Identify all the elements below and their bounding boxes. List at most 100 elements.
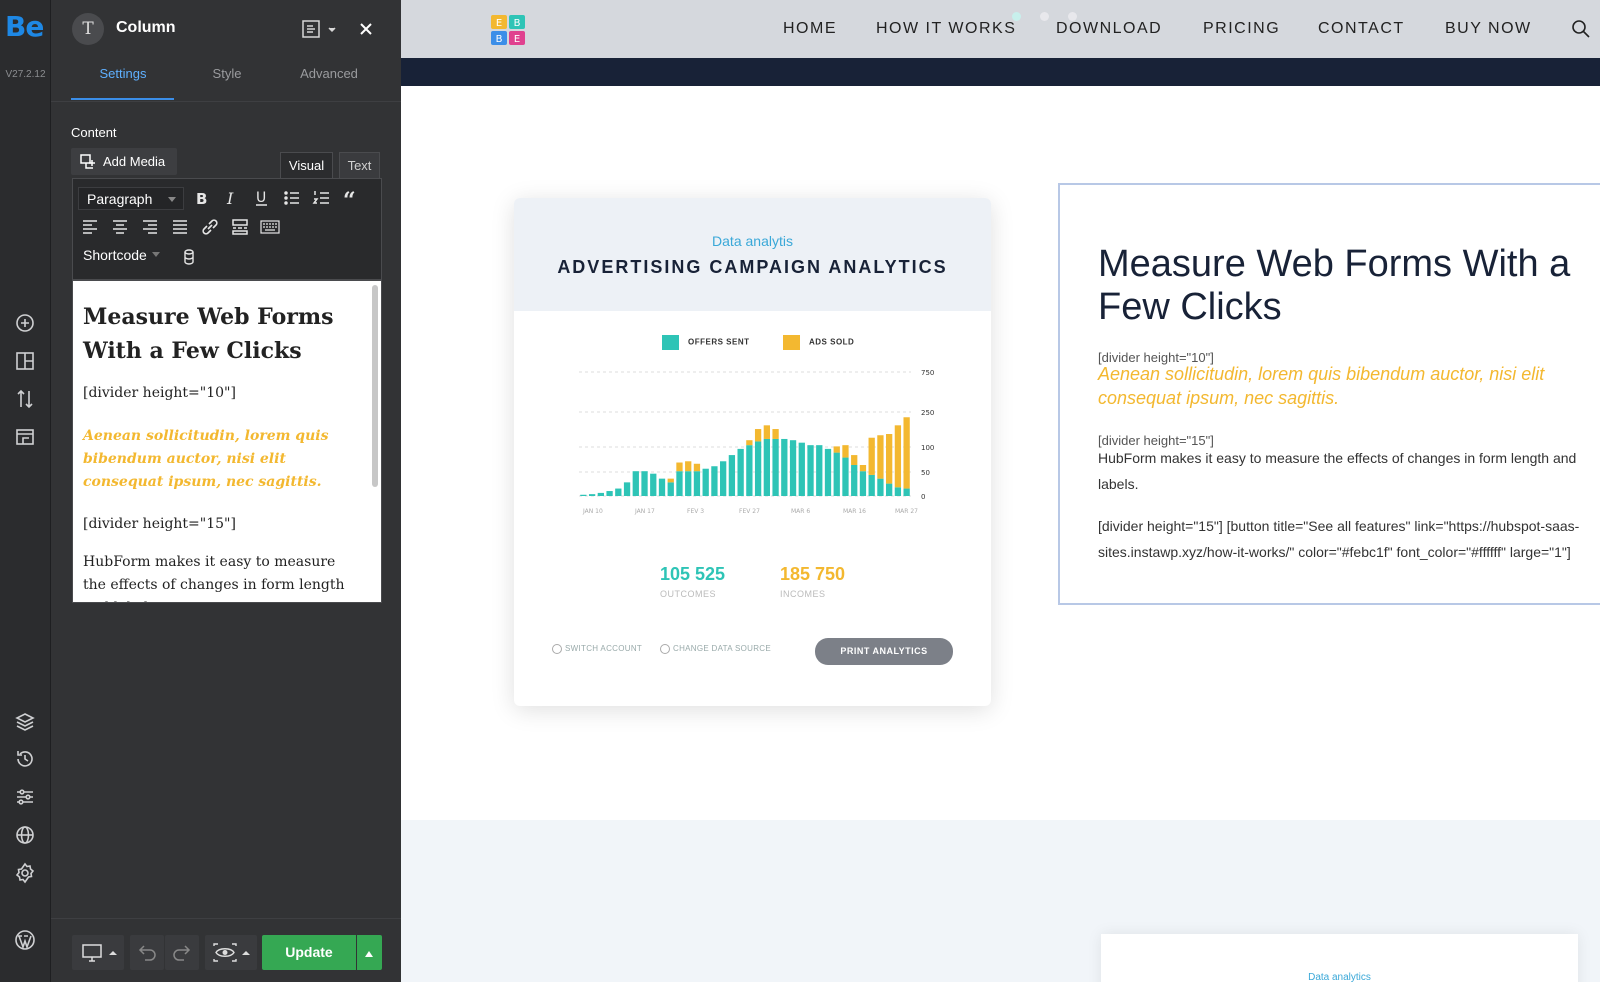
panel-tabs: Settings Style Advanced — [51, 58, 401, 102]
element-type-icon: T — [72, 13, 104, 45]
eye-icon — [213, 943, 250, 962]
stat-incomes-value: 185 750 — [780, 564, 846, 584]
builder-version: V27.2.12 — [5, 69, 46, 80]
bar-ads-sold — [754, 429, 762, 442]
update-options-button[interactable] — [357, 935, 382, 970]
read-more-icon[interactable] — [228, 215, 252, 239]
desktop-icon — [82, 944, 117, 962]
globe-icon[interactable] — [13, 823, 37, 847]
close-icon[interactable] — [353, 16, 379, 42]
tab-visual[interactable]: Visual — [280, 152, 333, 179]
nav-home[interactable]: HOME — [783, 20, 837, 38]
svg-text:B: B — [196, 190, 207, 208]
bar-offers-sent — [667, 482, 674, 496]
bar-offers-sent — [623, 482, 631, 496]
align-justify-icon[interactable] — [168, 215, 192, 239]
settings-gear-icon[interactable] — [13, 861, 37, 885]
x-tick-label: MAR 6 — [791, 508, 810, 515]
bar-offers-sent — [606, 491, 613, 496]
format-select[interactable]: Paragraph — [78, 187, 184, 210]
add-media-button[interactable]: Add Media — [71, 148, 177, 175]
settings-panel: T Column Settings Style Advanced Content… — [51, 0, 401, 982]
change-data-source-link[interactable]: CHANGE DATA SOURCE — [660, 644, 771, 654]
sort-icon[interactable] — [13, 387, 37, 411]
legend-ads-sold: ADS SOLD — [783, 335, 854, 350]
logo-letter-3: B — [496, 34, 503, 45]
card-subtitle: Data analytis — [712, 233, 793, 249]
analytics-bar-chart: 750 250 100 50 0 JAN 10 JAN 17 FEV 3 FEV 27 MAR 6… — [579, 369, 934, 515]
tab-settings[interactable]: Settings — [71, 66, 175, 81]
site-preview: E B B E HOME HOW IT WORKS DOWNLOAD PRICI… — [401, 0, 1600, 982]
update-button[interactable]: Update — [262, 935, 356, 970]
numbered-list-icon[interactable] — [310, 186, 334, 210]
redo-button[interactable] — [165, 935, 199, 970]
y-tick-label: 50 — [921, 469, 930, 477]
device-preview-button[interactable] — [72, 935, 124, 970]
history-icon[interactable] — [13, 747, 37, 771]
italic-icon[interactable]: I — [220, 186, 244, 210]
rich-text-editor[interactable]: Measure Web Forms With a Few Clicks [div… — [72, 280, 382, 603]
legend-offers-sent: OFFERS SENT — [662, 335, 750, 350]
gold-lead-text-content: Aenean sollicitudin, lorem quis bibendum… — [1098, 364, 1545, 408]
sections-icon[interactable] — [13, 349, 37, 373]
bold-icon[interactable]: B — [190, 186, 214, 210]
bar-offers-sent — [859, 471, 867, 496]
align-left-icon[interactable] — [78, 215, 102, 239]
layout-dropdown-icon[interactable] — [301, 17, 341, 41]
options-icon[interactable] — [13, 785, 37, 809]
underline-icon[interactable]: U — [250, 186, 274, 210]
site-logo[interactable]: E B B E — [489, 13, 527, 47]
nav-buy-now[interactable]: BUY NOW — [1445, 20, 1532, 38]
bar-ads-sold — [772, 429, 779, 439]
bar-offers-sent — [632, 471, 639, 496]
selected-text-column[interactable]: Measure Web Forms With a Few Clicks [div… — [1058, 183, 1600, 605]
next-analytics-card: Data analytics — [1101, 934, 1578, 982]
site-navbar: E B B E HOME HOW IT WORKS DOWNLOAD PRICI… — [401, 0, 1600, 58]
bar-ads-sold — [667, 478, 674, 483]
nav-pricing[interactable]: PRICING — [1203, 20, 1280, 38]
content-label: Content — [71, 125, 117, 140]
wordpress-icon[interactable] — [13, 928, 37, 952]
bar-ads-sold — [833, 446, 840, 453]
legend-swatch-gold — [783, 335, 800, 350]
editor-scrollbar[interactable] — [372, 285, 378, 487]
builder-logo[interactable]: Be — [5, 10, 44, 43]
add-media-label: Add Media — [103, 154, 166, 169]
switch-icon — [552, 644, 562, 654]
tab-advanced[interactable]: Advanced — [277, 66, 381, 81]
align-center-icon[interactable] — [108, 215, 132, 239]
redo-icon — [173, 945, 191, 961]
logo-letter-1: E — [496, 18, 502, 29]
nav-contact[interactable]: CONTACT — [1318, 20, 1405, 38]
preview-button[interactable] — [205, 935, 257, 970]
editor-toolbar: Paragraph B I U “ Shortcode — [72, 178, 382, 280]
bar-offers-sent — [798, 442, 805, 496]
bar-offers-sent — [702, 468, 709, 496]
logo-letter-4: E — [514, 34, 520, 45]
database-icon[interactable] — [177, 245, 201, 269]
stat-incomes-label: INCOMES — [780, 589, 826, 599]
bar-offers-sent — [693, 471, 701, 496]
legend-offers-sent-label: OFFERS SENT — [688, 337, 750, 347]
search-icon[interactable] — [1571, 19, 1591, 44]
nav-download[interactable]: DOWNLOAD — [1056, 20, 1162, 38]
link-icon[interactable] — [198, 215, 222, 239]
tab-text[interactable]: Text — [339, 152, 380, 179]
change-data-source-label: CHANGE DATA SOURCE — [673, 644, 772, 654]
switch-account-link[interactable]: SWITCH ACCOUNT — [552, 644, 642, 654]
align-right-icon[interactable] — [138, 215, 162, 239]
bullet-list-icon[interactable] — [280, 186, 304, 210]
x-tick-label: MAR 27 — [895, 508, 918, 515]
print-analytics-button[interactable]: PRINT ANALYTICS — [815, 638, 953, 665]
slider-dot[interactable] — [1040, 12, 1049, 21]
toolbar-toggle-icon[interactable] — [258, 215, 282, 239]
add-element-icon[interactable] — [13, 311, 37, 335]
undo-button[interactable] — [130, 935, 164, 970]
blockquote-icon[interactable]: “ — [340, 186, 364, 210]
shortcode-dropdown[interactable]: Shortcode — [83, 247, 160, 263]
nav-how-it-works[interactable]: HOW IT WORKS — [876, 20, 1016, 38]
tab-style[interactable]: Style — [175, 66, 279, 81]
layers-icon[interactable] — [13, 710, 37, 734]
pages-icon[interactable] — [13, 425, 37, 449]
bar-offers-sent — [720, 461, 727, 496]
